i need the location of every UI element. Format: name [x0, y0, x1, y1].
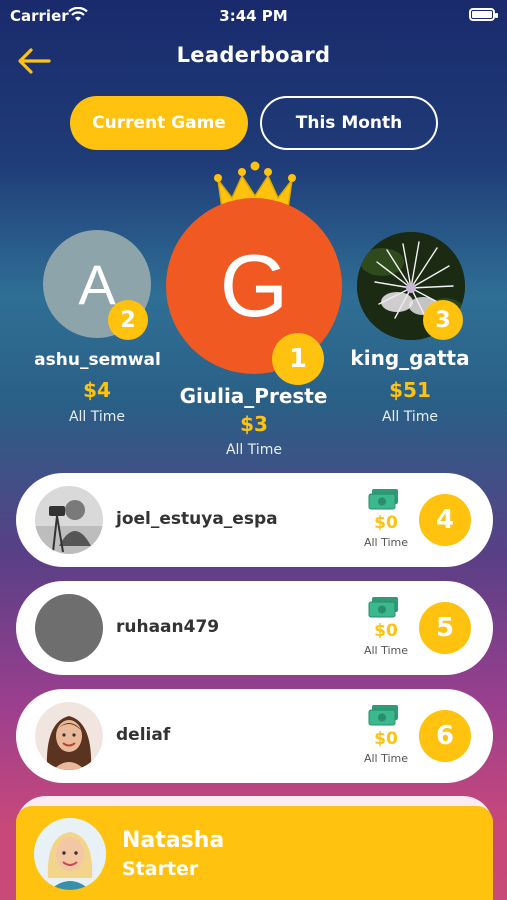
row-rank-badge: 4 — [419, 494, 471, 546]
row-period: All Time — [363, 536, 409, 549]
money-icon — [368, 489, 398, 510]
podium-amount-3: $51 — [389, 378, 431, 402]
leaderboard-row[interactable]: ruhaan479 $0 All Time 5 — [16, 581, 493, 675]
row-username: deliaf — [116, 725, 171, 745]
rank-badge-3: 3 — [423, 300, 463, 340]
row-username: ruhaan479 — [116, 617, 220, 637]
status-bar: Carrier 3:44 PM — [0, 0, 507, 32]
podium-period-3: All Time — [381, 409, 439, 425]
tab-current-game[interactable]: Current Game — [70, 96, 248, 150]
current-user-level: Starter — [122, 858, 199, 880]
clock: 3:44 PM — [219, 7, 288, 25]
podium-period-1: All Time — [225, 442, 283, 458]
row-rank-badge: 6 — [419, 710, 471, 762]
podium-name-1: Giulia_Preste — [179, 384, 328, 408]
podium-name-2: ashu_semwal — [34, 350, 161, 370]
money-icon — [368, 705, 398, 726]
podium-name-3: king_gatta — [350, 346, 470, 370]
leaderboard-row[interactable]: joel_estuya_espa $0 All Time 4 — [16, 473, 493, 567]
row-amount: $0 — [374, 513, 398, 533]
avatar — [35, 702, 103, 770]
leaderboard-row[interactable]: deliaf $0 All Time 6 — [16, 689, 493, 783]
avatar — [35, 594, 103, 662]
avatar — [35, 486, 103, 554]
current-user-bar[interactable]: Natasha Starter — [16, 806, 493, 900]
row-amount: $0 — [374, 621, 398, 641]
current-user-name: Natasha — [122, 828, 225, 853]
podium-period-2: All Time — [68, 409, 126, 425]
page-title: Leaderboard — [176, 43, 331, 67]
podium-amount-1: $3 — [240, 412, 268, 436]
row-period: All Time — [363, 644, 409, 657]
row-rank-badge: 5 — [419, 602, 471, 654]
avatar — [34, 818, 106, 890]
row-username: joel_estuya_espa — [116, 509, 278, 529]
row-period: All Time — [363, 752, 409, 765]
rank-badge-1: 1 — [272, 333, 324, 385]
battery-icon — [469, 8, 498, 21]
money-icon — [368, 597, 398, 618]
podium-amount-2: $4 — [83, 378, 111, 402]
tab-this-month[interactable]: This Month — [260, 96, 438, 150]
row-amount: $0 — [374, 729, 398, 749]
rank-badge-2: 2 — [108, 300, 148, 340]
